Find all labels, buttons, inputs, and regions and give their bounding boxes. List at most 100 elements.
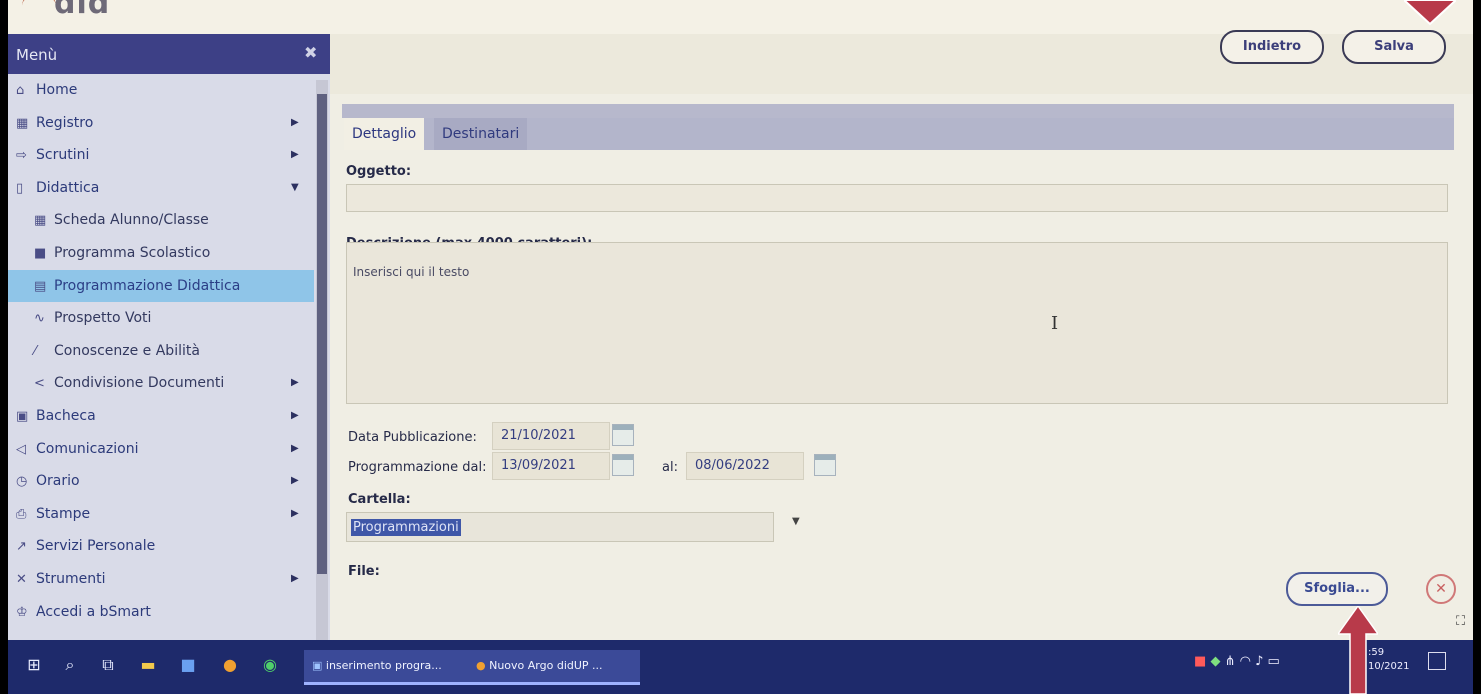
chevron-right-icon: ▶ bbox=[291, 377, 299, 389]
logo-mark-icon bbox=[22, 0, 56, 19]
wand-icon: ⁄ bbox=[34, 343, 37, 359]
battery-icon: ▭ bbox=[1267, 654, 1280, 669]
system-tray[interactable]: ■ ◆ ⋔ ◠ ♪ ▭ bbox=[1194, 654, 1280, 669]
taskbar: ⊞ ⌕ ⧉ ▬ ■ ● ◉ ▣ inserimento progra... ● … bbox=[8, 640, 1473, 694]
sidebar-menu: ⌂ Home ▦ Registro ▶ ⇨ Scrutini ▶ ▯ Didattica ▼ ▦ Sch… bbox=[8, 74, 314, 628]
taskbar-app-label: Nuovo Argo didUP ... bbox=[489, 659, 603, 672]
sidebar-item-label: Conoscenze e Abilità bbox=[54, 342, 200, 359]
chevron-down-icon[interactable]: ▼ bbox=[792, 516, 800, 527]
oggetto-label: Oggetto: bbox=[346, 164, 412, 179]
printer-icon: ⎙ bbox=[16, 506, 27, 522]
book-icon: ▯ bbox=[16, 180, 24, 196]
sidebar-item[interactable]: ⎙ Stampe ▶ bbox=[8, 498, 314, 531]
sidebar-item[interactable]: ◷ Orario ▶ bbox=[8, 465, 314, 498]
sidebar-item-label: Condivisione Documenti bbox=[54, 375, 225, 392]
chevron-right-icon: ▶ bbox=[291, 149, 299, 161]
export-icon: ⇨ bbox=[16, 148, 27, 164]
cartella-value: Programmazioni bbox=[351, 519, 461, 536]
whatsapp-icon[interactable]: ◉ bbox=[258, 652, 282, 678]
chevron-right-icon: ▶ bbox=[291, 572, 299, 584]
calendar-icon[interactable] bbox=[612, 424, 634, 446]
programmazione-dal-input[interactable]: 13/09/2021 bbox=[492, 452, 610, 480]
sidebar-item[interactable]: ▣ Bacheca ▶ bbox=[8, 400, 314, 433]
sidebar-item[interactable]: ▯ Didattica ▼ bbox=[8, 172, 314, 205]
sidebar-item[interactable]: ♔ Accedi a bSmart bbox=[8, 596, 314, 629]
chart-icon: ∿ bbox=[34, 311, 45, 327]
screen: did Menù ✖ ⌂ Home ▦ Registro ▶ ⇨ Scrutini ▶ ▯ Did… bbox=[8, 0, 1473, 694]
sidebar-item-label: Home bbox=[36, 82, 78, 98]
sidebar-item-label: Accedi a bSmart bbox=[36, 603, 151, 620]
chrome-icon[interactable]: ● bbox=[218, 652, 242, 678]
sidebar-item[interactable]: ⌂ Home bbox=[8, 74, 314, 107]
al-input[interactable]: 08/06/2022 bbox=[686, 452, 804, 480]
sidebar-item-label: Didattica bbox=[36, 179, 100, 196]
sidebar-item[interactable]: ⇨ Scrutini ▶ bbox=[8, 139, 314, 172]
chevron-right-icon: ▶ bbox=[291, 475, 299, 487]
calendar-icon[interactable] bbox=[612, 454, 634, 476]
close-icon[interactable]: ✖ bbox=[304, 43, 317, 62]
data-pubblicazione-input[interactable]: 21/10/2021 bbox=[492, 422, 610, 450]
megaphone-icon: ◁ bbox=[16, 441, 26, 457]
taskbar-app-argo[interactable]: ● Nuovo Argo didUP ... bbox=[468, 650, 640, 685]
chevron-right-icon: ▶ bbox=[291, 442, 299, 454]
sidebar-scroll-thumb[interactable] bbox=[317, 94, 327, 574]
sidebar-item[interactable]: ⁄ Conoscenze e Abilità bbox=[8, 335, 314, 368]
chevron-right-icon: ▶ bbox=[291, 116, 299, 128]
sidebar-item-label: Servizi Personale bbox=[36, 538, 156, 555]
windows-start-icon[interactable]: ⊞ bbox=[24, 652, 44, 678]
sidebar-item-label: Orario bbox=[36, 473, 80, 490]
cartella-select[interactable]: Programmazioni bbox=[346, 512, 774, 542]
data-pubblicazione-label: Data Pubblicazione: bbox=[348, 430, 477, 445]
app-icon[interactable]: ■ bbox=[176, 652, 200, 678]
sidebar-item[interactable]: ▤ Programmazione Didattica bbox=[8, 269, 314, 303]
tab-destinatari[interactable]: Destinatari bbox=[434, 118, 528, 150]
security-icon: ◆ bbox=[1210, 654, 1221, 669]
sidebar-item-label: Programma Scolastico bbox=[54, 244, 211, 261]
descrizione-textarea[interactable]: Inserisci qui il testo I bbox=[346, 242, 1448, 404]
chrome-icon: ● bbox=[476, 659, 490, 672]
fullscreen-icon[interactable]: ⛶ bbox=[1456, 614, 1465, 629]
text-cursor-icon: I bbox=[1051, 313, 1059, 334]
sidebar-item[interactable]: ◁ Comunicazioni ▶ bbox=[8, 433, 314, 466]
home-icon: ⌂ bbox=[16, 83, 25, 98]
wifi-icon: ◠ bbox=[1239, 654, 1251, 669]
header-strip bbox=[342, 104, 1454, 118]
antivirus-icon: ■ bbox=[1194, 654, 1207, 669]
sidebar-item[interactable]: ↗ Servizi Personale bbox=[8, 530, 314, 563]
chevron-right-icon: ▶ bbox=[291, 409, 299, 421]
calendar-icon[interactable] bbox=[814, 454, 836, 476]
annotation-arrow-corner-icon bbox=[1404, 0, 1456, 26]
list-icon: ▤ bbox=[34, 278, 47, 294]
sidebar-item-label: Programmazione Didattica bbox=[54, 277, 241, 294]
sidebar-item[interactable]: ▦ Registro ▶ bbox=[8, 107, 314, 140]
notification-icon[interactable] bbox=[1428, 652, 1446, 670]
browse-button[interactable]: Sfoglia... bbox=[1286, 572, 1388, 606]
file-explorer-icon[interactable]: ▬ bbox=[136, 652, 160, 678]
tab-dettaglio[interactable]: Dettaglio bbox=[344, 118, 425, 150]
sidebar-item[interactable]: ✕ Strumenti ▶ bbox=[8, 563, 314, 596]
table-icon: ▦ bbox=[34, 213, 47, 229]
oggetto-input[interactable] bbox=[346, 184, 1448, 212]
sidebar-item[interactable]: ■ Programma Scolastico bbox=[8, 237, 314, 270]
al-label: al: bbox=[662, 460, 678, 475]
taskbar-app-inserimento[interactable]: ▣ inserimento progra... bbox=[304, 650, 470, 685]
save-button[interactable]: Salva bbox=[1342, 30, 1446, 64]
sidebar: Menù ✖ ⌂ Home ▦ Registro ▶ ⇨ Scrutini ▶ ▯ Didatti… bbox=[8, 34, 330, 650]
file-label: File: bbox=[348, 564, 380, 579]
share-icon: < bbox=[34, 376, 45, 392]
sidebar-item[interactable]: ∿ Prospetto Voti bbox=[8, 302, 314, 335]
network-icon: ⋔ bbox=[1224, 654, 1236, 669]
sidebar-item-label: Scheda Alunno/Classe bbox=[54, 212, 209, 229]
sidebar-item[interactable]: < Condivisione Documenti ▶ bbox=[8, 367, 314, 400]
sidebar-item[interactable]: ▦ Scheda Alunno/Classe bbox=[8, 204, 314, 237]
calendar-icon: ▦ bbox=[16, 115, 29, 131]
volume-icon: ♪ bbox=[1255, 654, 1264, 669]
back-button[interactable]: Indietro bbox=[1220, 30, 1324, 64]
sidebar-item-label: Strumenti bbox=[36, 570, 106, 587]
descrizione-placeholder: Inserisci qui il testo bbox=[353, 265, 470, 279]
cancel-icon[interactable]: ✕ bbox=[1426, 574, 1456, 604]
task-view-icon[interactable]: ⧉ bbox=[98, 652, 118, 678]
book-closed-icon: ■ bbox=[34, 245, 47, 261]
search-icon[interactable]: ⌕ bbox=[60, 652, 80, 678]
annotation-arrow-up-icon bbox=[1338, 606, 1378, 694]
